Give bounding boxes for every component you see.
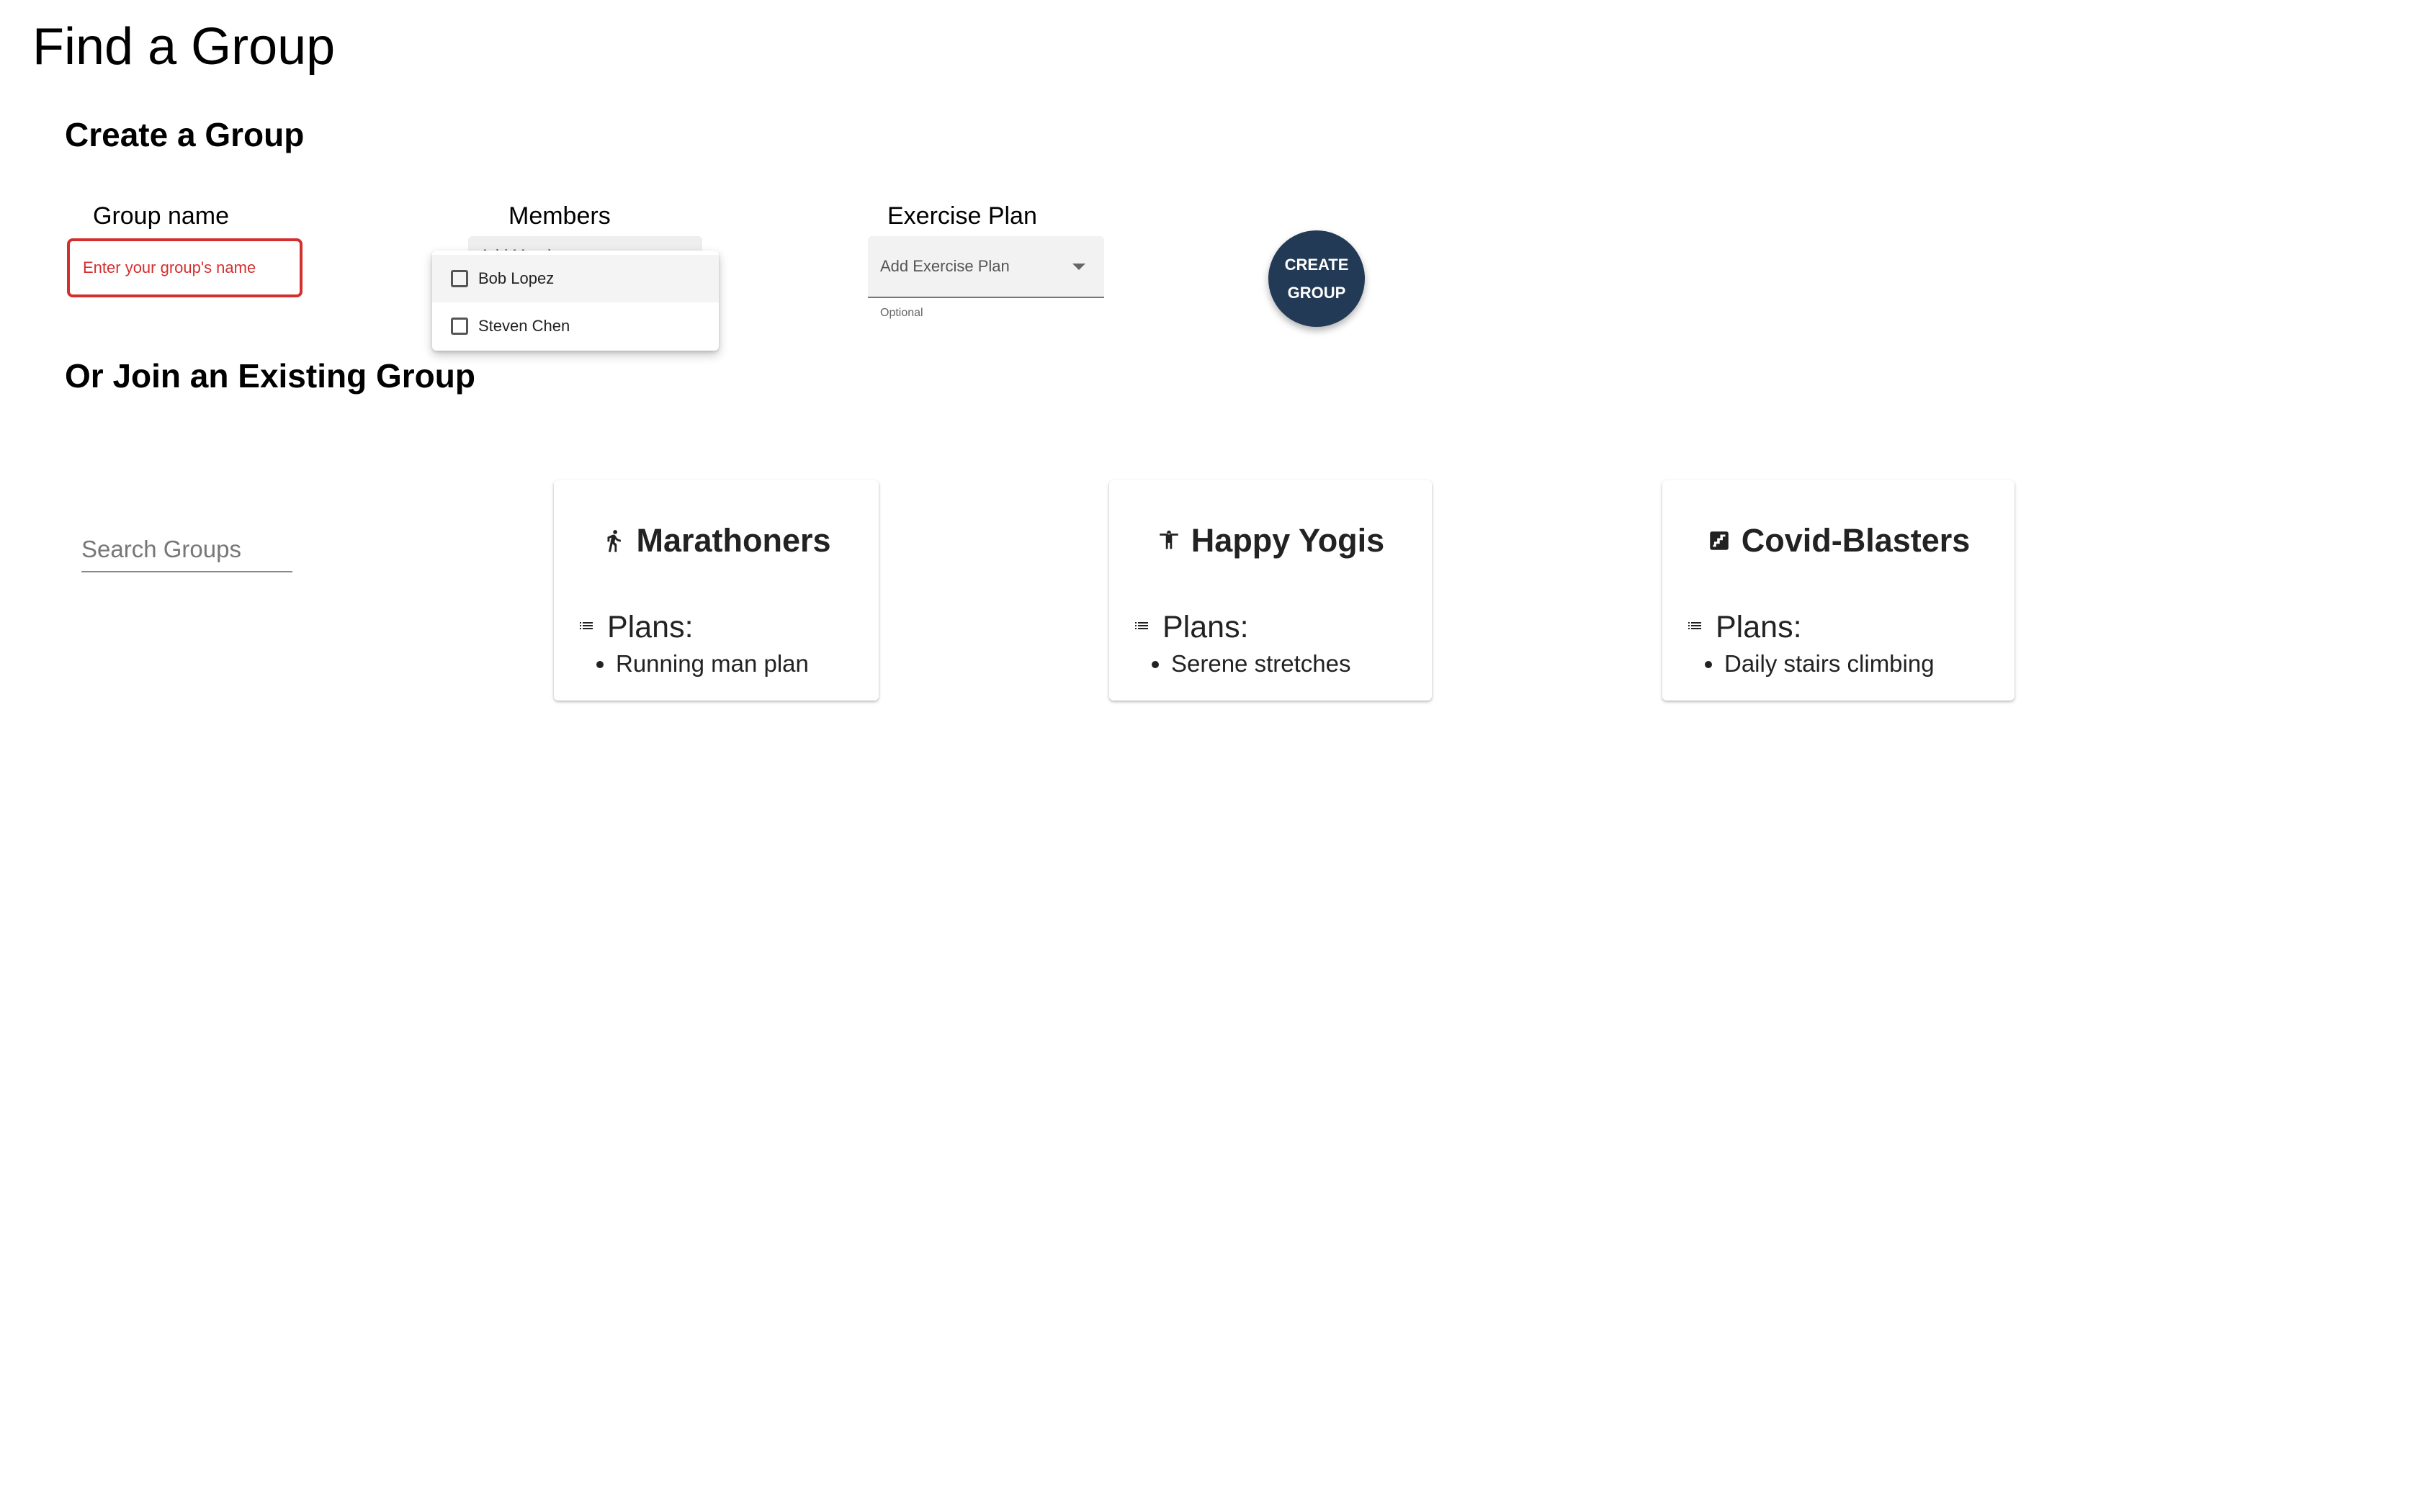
plans-label: Plans: bbox=[607, 610, 694, 644]
running-icon bbox=[601, 526, 626, 555]
exercise-plan-label: Exercise Plan bbox=[887, 202, 1037, 230]
create-group-button[interactable]: CREATE GROUP bbox=[1268, 230, 1365, 327]
search-groups-input[interactable] bbox=[81, 529, 292, 570]
plan-item: Daily stairs climbing bbox=[1724, 650, 1935, 678]
list-icon bbox=[1131, 617, 1152, 638]
checkbox-icon[interactable] bbox=[451, 270, 468, 287]
group-name-field[interactable] bbox=[67, 238, 302, 297]
members-label: Members bbox=[508, 202, 611, 230]
member-option-bob-lopez[interactable]: Bob Lopez bbox=[432, 255, 719, 302]
plan-item: Running man plan bbox=[616, 650, 809, 678]
member-option-steven-chen[interactable]: Steven Chen bbox=[432, 302, 719, 350]
plans-label: Plans: bbox=[1716, 610, 1802, 644]
group-name-label: Group name bbox=[93, 202, 229, 230]
exercise-plan-helper-text: Optional bbox=[880, 307, 923, 319]
plans-row: Plans: bbox=[1684, 610, 1802, 645]
plans-list: Serene stretches bbox=[1142, 650, 1350, 678]
join-group-heading: Or Join an Existing Group bbox=[65, 357, 475, 395]
group-name: Happy Yogis bbox=[1191, 522, 1385, 559]
exercise-plan-placeholder: Add Exercise Plan bbox=[880, 257, 1010, 275]
group-card-happy-yogis[interactable]: Happy Yogis Plans: Serene stretches bbox=[1109, 480, 1432, 701]
group-card-covid-blasters[interactable]: Covid-Blasters Plans: Daily stairs climb… bbox=[1662, 480, 2015, 701]
create-group-heading: Create a Group bbox=[65, 116, 305, 153]
plans-row: Plans: bbox=[1131, 610, 1249, 645]
member-option-label: Steven Chen bbox=[478, 317, 570, 335]
plans-list: Daily stairs climbing bbox=[1695, 650, 1935, 678]
dropdown-arrow-icon bbox=[1072, 264, 1085, 270]
group-name: Covid-Blasters bbox=[1741, 522, 1971, 559]
plan-item: Serene stretches bbox=[1171, 650, 1350, 678]
plans-row: Plans: bbox=[575, 610, 694, 645]
list-icon bbox=[575, 617, 597, 638]
plans-label: Plans: bbox=[1162, 610, 1249, 644]
page-title: Find a Group bbox=[32, 18, 336, 76]
list-icon bbox=[1684, 617, 1706, 638]
card-header: Marathoners bbox=[554, 522, 879, 559]
stairs-icon bbox=[1707, 526, 1731, 555]
card-header: Covid-Blasters bbox=[1662, 522, 2015, 559]
group-card-marathoners[interactable]: Marathoners Plans: Running man plan bbox=[554, 480, 879, 701]
create-button-line2: GROUP bbox=[1287, 284, 1346, 302]
card-header: Happy Yogis bbox=[1109, 522, 1432, 559]
create-button-line1: CREATE bbox=[1284, 256, 1349, 274]
checkbox-icon[interactable] bbox=[451, 318, 468, 335]
group-name: Marathoners bbox=[636, 522, 831, 559]
yoga-icon bbox=[1157, 526, 1181, 555]
member-option-label: Bob Lopez bbox=[478, 269, 555, 287]
plans-list: Running man plan bbox=[587, 650, 809, 678]
search-groups-field[interactable] bbox=[81, 529, 292, 572]
exercise-plan-select[interactable]: Add Exercise Plan bbox=[868, 236, 1104, 298]
group-name-input[interactable] bbox=[81, 258, 300, 278]
members-dropdown-menu: Bob Lopez Steven Chen bbox=[432, 251, 719, 351]
